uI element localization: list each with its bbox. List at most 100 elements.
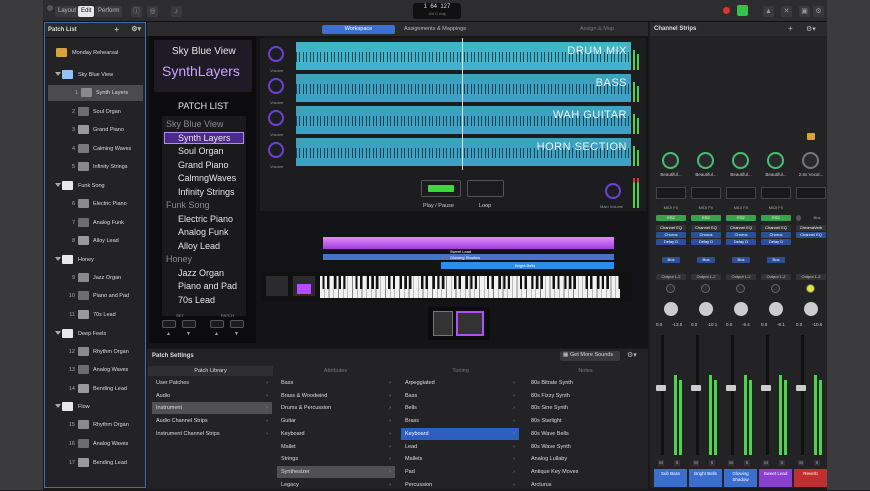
output-slot[interactable]: Output 1-2 (726, 274, 756, 280)
settings-icon[interactable]: ⚙ (813, 6, 824, 17)
effect-slot[interactable]: Chorus (691, 232, 721, 238)
volume-fader[interactable] (796, 385, 806, 391)
eq-thumbnail[interactable] (761, 187, 791, 199)
instrument-slot[interactable]: ES2 (761, 215, 791, 221)
list-patch-item[interactable]: Alloy Lead (178, 241, 220, 251)
patch-row[interactable]: 14 Bending Lead (45, 381, 145, 397)
mute-button[interactable]: M (658, 460, 664, 466)
effect-slot[interactable]: Delay D (691, 239, 721, 245)
send-bus-slot[interactable]: Bus (732, 257, 750, 263)
library-item[interactable]: Audio › (152, 390, 272, 402)
effect-slot[interactable]: ChromaVerb (796, 225, 826, 231)
library-item[interactable]: Legacy › (277, 479, 395, 491)
library-item[interactable]: Instrument Channel Strips › (152, 428, 272, 440)
list-set-heading[interactable]: Sky Blue View (166, 119, 223, 129)
set-down-button[interactable] (162, 320, 176, 328)
list-patch-item[interactable]: Infinity Strings (178, 187, 235, 197)
effect-slot[interactable]: Delay D (726, 239, 756, 245)
mixer-menu-icon[interactable]: ⚙▾ (806, 25, 816, 33)
effect-slot[interactable]: Chorus (656, 232, 686, 238)
mute-button[interactable]: M (798, 460, 804, 466)
library-item[interactable]: Arcturus (527, 479, 645, 491)
patch-row[interactable]: 8 Alloy Lead (45, 233, 145, 249)
library-item[interactable]: Mallets › (401, 453, 519, 465)
library-item[interactable]: 80s Starlight (527, 415, 645, 427)
library-item[interactable]: Brass & Woodwind › (277, 390, 395, 402)
track-waveform[interactable]: WAH GUITAR (296, 106, 631, 134)
pan-knob[interactable] (771, 284, 780, 293)
patch-row[interactable]: 4 Calming Waves (45, 141, 145, 157)
list-patch-item[interactable]: Soul Organ (178, 146, 224, 156)
set-row[interactable]: Honey (45, 252, 145, 268)
disclosure-icon[interactable] (55, 256, 61, 261)
library-item[interactable]: User Patches › (152, 377, 272, 389)
list-patch-item[interactable]: Grand Piano (178, 160, 229, 170)
get-more-sounds-button[interactable]: Get More Sounds ▦ (560, 351, 620, 361)
gain-knob[interactable] (732, 152, 749, 169)
library-item[interactable]: Instrument › (152, 402, 272, 415)
bus-slot[interactable]: Bus (808, 215, 826, 221)
eq-thumbnail[interactable] (726, 187, 756, 199)
library-item[interactable]: 80s Bitrate Synth (527, 377, 645, 389)
play-pause-button[interactable] (421, 180, 461, 197)
patch-row[interactable]: 10 Piano and Pad (45, 288, 145, 304)
layout-mode-button[interactable]: Layout (55, 6, 80, 17)
strip-name[interactable]: Bright Bells (689, 469, 722, 487)
disclosure-icon[interactable] (55, 72, 61, 76)
patch-row[interactable]: 16 Analog Waves (45, 436, 145, 452)
tab-patch-library[interactable]: Patch Library (148, 366, 273, 376)
library-item[interactable]: Brass › (401, 415, 519, 427)
library-item[interactable]: Antique Key Moves (527, 466, 645, 478)
send-knob[interactable] (699, 302, 713, 316)
gain-knob[interactable] (802, 152, 819, 169)
list-patch-item[interactable]: Synth Layers (164, 131, 244, 144)
volume-fader[interactable] (691, 385, 701, 391)
instrument-slot[interactable]: ES2 (726, 215, 756, 221)
send-bus-slot[interactable]: Bus (767, 257, 785, 263)
main-volume-knob[interactable] (605, 183, 621, 199)
patch-row[interactable]: 6 Electric Piano (45, 196, 145, 212)
solo-button[interactable]: S (709, 460, 715, 466)
track-waveform[interactable]: HORN SECTION (296, 138, 631, 166)
track-volume-knob[interactable] (268, 46, 284, 62)
disclosure-icon[interactable] (55, 183, 61, 187)
gain-knob[interactable] (767, 152, 784, 169)
list-set-heading[interactable]: Honey (166, 254, 192, 264)
strip-name[interactable]: Reverb (794, 469, 827, 487)
strip-name[interactable]: Glowing Shadow (724, 469, 757, 487)
eq-thumbnail[interactable] (796, 187, 826, 199)
track-volume-knob[interactable] (268, 142, 284, 158)
midi-fx-slot[interactable]: MIDI FX (761, 205, 791, 211)
effect-slot[interactable]: Chorus (726, 232, 756, 238)
library-item[interactable]: Percussion › (401, 479, 519, 491)
pan-knob[interactable] (666, 284, 675, 293)
send-bus-slot[interactable]: Bus (697, 257, 715, 263)
play-icon[interactable] (737, 5, 748, 16)
pan-knob[interactable] (736, 284, 745, 293)
set-row[interactable]: Sky Blue View (45, 67, 145, 83)
patch-row[interactable]: 3 Grand Piano (45, 122, 145, 138)
strip-name[interactable]: Sub Bass (654, 469, 687, 487)
library-item[interactable]: Keyboard › (277, 428, 395, 440)
mute-button[interactable]: M (763, 460, 769, 466)
sustain-pedal[interactable] (433, 311, 453, 336)
solo-button[interactable]: S (744, 460, 750, 466)
record-icon[interactable] (723, 7, 730, 14)
patch-prev-icon[interactable]: ▲ (214, 331, 219, 337)
eq-thumbnail[interactable] (656, 187, 686, 199)
layer-sweet-lead[interactable] (323, 237, 614, 249)
set-up-button[interactable] (182, 320, 196, 328)
solo-button[interactable]: S (674, 460, 680, 466)
assign-map-button[interactable]: Assign & Map (572, 25, 622, 34)
patch-down-button[interactable] (210, 320, 224, 328)
pitch-wheel[interactable] (266, 276, 288, 296)
list-patch-item[interactable]: 70s Lead (178, 295, 215, 305)
library-item[interactable]: 80s Fizzy Synth (527, 390, 645, 402)
lock-icon[interactable]: ▣ (799, 6, 810, 17)
add-strip-icon[interactable]: + (788, 24, 793, 33)
list-patch-item[interactable]: Electric Piano (178, 214, 233, 224)
library-item[interactable]: Bass › (401, 390, 519, 402)
track-waveform[interactable]: DRUM MIX (296, 42, 631, 70)
output-slot[interactable]: Output 1-2 (761, 274, 791, 280)
patch-row[interactable]: 12 Rhythm Organ (45, 344, 145, 360)
